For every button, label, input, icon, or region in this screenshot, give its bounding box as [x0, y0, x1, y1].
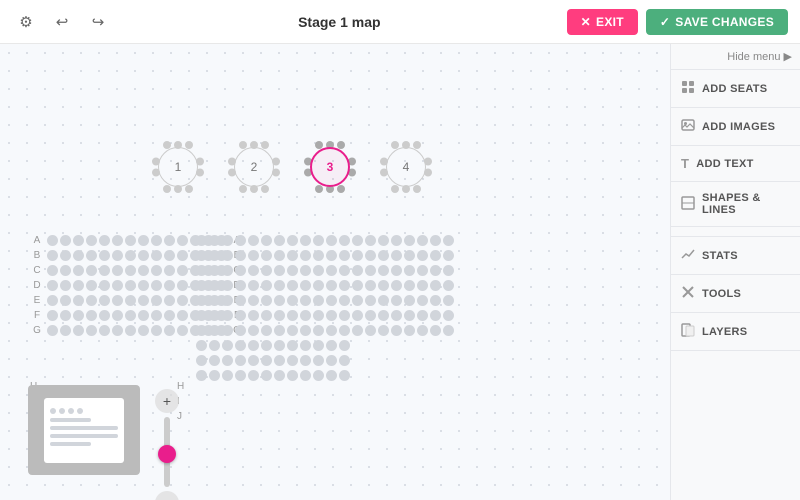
- mini-map-dots: [50, 408, 118, 414]
- mini-map: [28, 385, 140, 475]
- zoom-in-button[interactable]: +: [155, 389, 179, 413]
- panel-item-layers[interactable]: LAYERS: [671, 313, 800, 351]
- add-seats-label: ADD SEATS: [702, 83, 767, 95]
- panel-item-add-seats[interactable]: ADD SEATS: [671, 70, 800, 108]
- panel-item-tools[interactable]: TOOLS: [671, 275, 800, 313]
- seat-groups-row: 1 2: [150, 139, 434, 195]
- page-title: Stage 1 map: [298, 14, 380, 30]
- tools-icon: [681, 285, 695, 302]
- mini-dot: [68, 408, 74, 414]
- zoom-slider-thumb[interactable]: [158, 445, 176, 463]
- add-text-icon: T: [681, 156, 689, 171]
- canvas-area[interactable]: 1 2: [0, 44, 670, 500]
- mini-line: [50, 418, 91, 422]
- mini-dot: [59, 408, 65, 414]
- panel-item-add-images[interactable]: ADD IMAGES: [671, 108, 800, 146]
- save-button[interactable]: ✓ SAVE CHANGES: [646, 9, 788, 35]
- seating-grid-right: [195, 234, 455, 384]
- add-images-icon: [681, 118, 695, 135]
- hide-menu-button[interactable]: Hide menu ▶: [671, 44, 800, 70]
- mini-map-inner: [44, 398, 124, 463]
- seat-group-3: 3: [302, 139, 358, 195]
- seat-group-4: 4: [378, 139, 434, 195]
- zoom-slider-track: [164, 417, 170, 487]
- check-icon: ✓: [660, 15, 670, 29]
- undo-button[interactable]: ↩: [48, 8, 76, 36]
- mini-line: [50, 426, 118, 430]
- add-images-label: ADD IMAGES: [702, 121, 775, 133]
- mini-line: [50, 442, 91, 446]
- seat-group-1: 1: [150, 139, 206, 195]
- stats-icon: [681, 247, 695, 264]
- mini-dot: [50, 408, 56, 414]
- layers-icon: [681, 323, 695, 340]
- panel-spacer: [671, 227, 800, 237]
- main-area: 1 2: [0, 44, 800, 500]
- header: ⚙ ↩ ↪ Stage 1 map ✕ EXIT ✓ SAVE CHANGES: [0, 0, 800, 44]
- right-panel: Hide menu ▶ ADD SEATS ADD IMAG: [670, 44, 800, 500]
- stats-label: STATS: [702, 250, 738, 262]
- add-text-label: ADD TEXT: [696, 158, 753, 170]
- mini-line: [50, 434, 118, 438]
- add-seats-icon: [681, 80, 695, 97]
- header-left: ⚙ ↩ ↪: [12, 8, 112, 36]
- zoom-controls: + −: [155, 389, 179, 500]
- header-right: ✕ EXIT ✓ SAVE CHANGES: [567, 9, 788, 35]
- panel-item-shapes-lines[interactable]: SHAPES & LINES: [671, 182, 800, 227]
- redo-button[interactable]: ↪: [84, 8, 112, 36]
- tools-label: TOOLS: [702, 288, 741, 300]
- seat-group-2: 2: [226, 139, 282, 195]
- layers-label: LAYERS: [702, 326, 747, 338]
- shapes-lines-icon: [681, 196, 695, 213]
- panel-item-stats[interactable]: STATS: [671, 237, 800, 275]
- settings-button[interactable]: ⚙: [12, 8, 40, 36]
- shapes-lines-label: SHAPES & LINES: [702, 192, 790, 216]
- zoom-out-button[interactable]: −: [155, 491, 179, 500]
- panel-item-add-text[interactable]: T ADD TEXT: [671, 146, 800, 182]
- mini-dot: [77, 408, 83, 414]
- x-icon: ✕: [581, 15, 591, 29]
- exit-button[interactable]: ✕ EXIT: [567, 9, 638, 35]
